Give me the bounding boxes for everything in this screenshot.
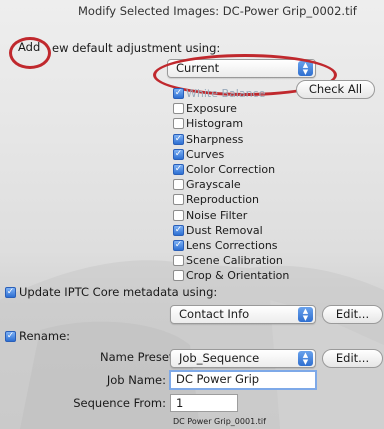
adjustment-curves[interactable]: ✓ Curves <box>173 147 289 162</box>
iptc-label: Update IPTC Core metadata using: <box>19 285 218 299</box>
adjustment-grayscale[interactable]: Grayscale <box>173 177 289 192</box>
popup-arrows-icon: ▲ ▼ <box>298 351 313 366</box>
adjustment-crop-orientation[interactable]: Crop & Orientation <box>173 268 289 283</box>
dialog-title: Modify Selected Images: DC-Power Grip_00… <box>78 4 357 18</box>
adjustment-dust-removal[interactable]: ✓ Dust Removal <box>173 223 289 238</box>
adjustment-exposure[interactable]: Exposure <box>173 101 289 116</box>
example-filename: DC Power Grip_0001.tif <box>173 417 266 426</box>
adjustment-lens-corrections[interactable]: ✓ Lens Corrections <box>173 238 289 253</box>
checkbox[interactable]: ✓ <box>173 133 184 145</box>
checkbox[interactable] <box>173 255 184 267</box>
job-name-field[interactable]: DC Power Grip <box>169 370 317 390</box>
sequence-from-label: Sequence From: <box>73 396 166 410</box>
checkbox[interactable] <box>173 270 184 282</box>
checkbox[interactable] <box>173 209 184 221</box>
name-preset-popup[interactable]: Job_Sequence ▲ ▼ <box>170 349 316 368</box>
checkbox[interactable] <box>173 194 184 206</box>
checkbox[interactable] <box>173 103 184 115</box>
rename-label: Rename: <box>19 329 71 343</box>
iptc-checkbox[interactable]: ✓ <box>5 287 16 298</box>
adjustment-histogram[interactable]: Histogram <box>173 116 289 131</box>
sequence-from-field[interactable]: 1 <box>170 394 238 412</box>
adjustment-scene-calibration[interactable]: Scene Calibration <box>173 253 289 268</box>
checkbox[interactable]: ✓ <box>173 88 184 99</box>
adjustment-noise-filter[interactable]: Noise Filter <box>173 208 289 223</box>
name-preset-label: Name Preset: <box>100 350 178 364</box>
iptc-popup-value: Contact Info <box>179 307 250 321</box>
adjustment-using-label: ew default adjustment using: <box>52 41 221 55</box>
checkbox[interactable] <box>173 179 184 191</box>
adjustment-reproduction[interactable]: Reproduction <box>173 192 289 207</box>
job-name-label: Job Name: <box>106 373 166 387</box>
adjustment-color-correction[interactable]: ✓ Color Correction <box>173 162 289 177</box>
name-preset-edit-button[interactable]: Edit... <box>322 349 383 368</box>
checkbox[interactable]: ✓ <box>173 239 184 251</box>
adjustment-sharpness[interactable]: ✓ Sharpness <box>173 132 289 147</box>
adjustment-white-balance[interactable]: ✓ White Balance <box>173 86 289 101</box>
add-annotation-circle <box>9 37 51 69</box>
checkbox[interactable]: ✓ <box>173 224 184 236</box>
iptc-edit-button[interactable]: Edit... <box>322 305 383 324</box>
checkbox[interactable]: ✓ <box>173 148 184 160</box>
name-preset-value: Job_Sequence <box>179 351 260 365</box>
rename-checkbox[interactable]: ✓ <box>5 331 16 342</box>
iptc-template-popup[interactable]: Contact Info ▲ ▼ <box>170 305 316 324</box>
checkbox[interactable] <box>173 118 184 130</box>
adjustment-checklist: ✓ White Balance Exposure Histogram ✓ Sharp… <box>173 86 289 283</box>
check-all-button[interactable]: Check All <box>296 80 375 99</box>
popup-arrows-icon: ▲ ▼ <box>298 307 313 322</box>
checkbox[interactable]: ✓ <box>173 163 184 175</box>
